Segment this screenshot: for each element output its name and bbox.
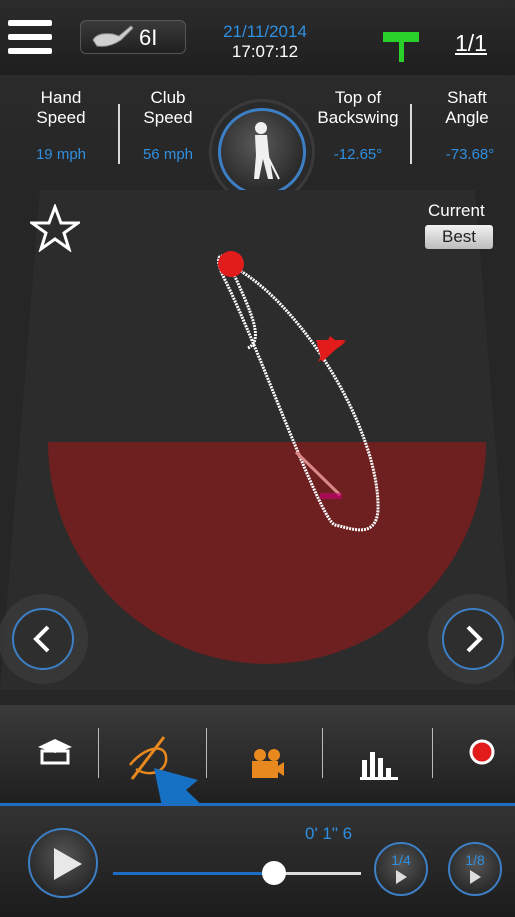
- top-of-backswing-label: Top of Backswing: [312, 88, 404, 128]
- club-speed-label-line1: Club: [150, 88, 186, 107]
- golf-club-icon: [92, 25, 134, 47]
- toolbar-divider: [322, 728, 323, 778]
- video-camera-icon[interactable]: [246, 748, 284, 780]
- play-small-icon: [395, 870, 407, 884]
- play-button[interactable]: [28, 828, 98, 898]
- home-icon[interactable]: [36, 737, 74, 765]
- current-label: Current: [428, 201, 485, 220]
- speed-quarter-button[interactable]: 1/4: [374, 842, 428, 896]
- menu-icon[interactable]: [8, 20, 52, 62]
- timeline-progress: [113, 872, 275, 875]
- star-icon[interactable]: [30, 204, 80, 252]
- session-date: 21/11/2014: [223, 22, 307, 41]
- hand-speed-label-line1: Hand: [40, 88, 82, 107]
- record-icon[interactable]: [468, 738, 496, 766]
- golfer-icon: [254, 122, 280, 180]
- top-of-backswing-label-line1: Top of: [334, 88, 382, 107]
- club-label: 6I: [139, 25, 158, 50]
- page-counter[interactable]: 1/1: [455, 30, 487, 57]
- club-speed-value: 56 mph: [142, 146, 194, 163]
- bar-chart-icon[interactable]: [360, 748, 400, 780]
- shaft-angle-value: -73.68°: [445, 146, 495, 163]
- club-selector-button[interactable]: 6I: [80, 20, 186, 54]
- club-speed-label: Club Speed: [128, 88, 208, 128]
- speed-eighth-button[interactable]: 1/8: [448, 842, 502, 896]
- shaft-angle-label-line1: Shaft: [447, 88, 487, 107]
- stats-divider: [118, 104, 120, 164]
- swing-scene: [0, 190, 515, 690]
- toolbar-divider: [98, 728, 99, 778]
- best-button[interactable]: Best: [425, 225, 493, 249]
- chevron-right-icon: [466, 625, 483, 653]
- play-icon: [54, 848, 82, 880]
- next-button[interactable]: [442, 608, 504, 670]
- chevron-left-icon: [33, 625, 50, 653]
- stats-divider: [410, 104, 412, 164]
- speed-quarter-label: 1/4: [391, 852, 411, 868]
- timecode: 0' 1" 6: [305, 824, 353, 843]
- previous-button[interactable]: [12, 608, 74, 670]
- club-speed-label-line2: Speed: [143, 108, 193, 127]
- speed-eighth-label: 1/8: [465, 852, 485, 868]
- top-of-backswing-value: -12.65°: [333, 146, 383, 163]
- hand-speed-label: Hand Speed: [22, 88, 100, 128]
- toolbar-divider: [206, 728, 207, 778]
- toolbar-divider: [432, 728, 433, 778]
- hand-speed-label-line2: Speed: [36, 108, 86, 127]
- timeline-thumb[interactable]: [262, 861, 287, 885]
- golfer-view-button[interactable]: [218, 108, 306, 196]
- club-head: [320, 493, 342, 499]
- top-marker: [218, 251, 244, 277]
- top-of-backswing-label-line2: Backswing: [317, 108, 399, 127]
- shaft-angle-label-line2: Angle: [445, 108, 489, 127]
- hand-speed-value: 19 mph: [35, 146, 87, 163]
- flag-icon[interactable]: [383, 28, 423, 64]
- session-time: 17:07:12: [231, 42, 299, 61]
- shaft-angle-label: Shaft Angle: [428, 88, 506, 128]
- play-small-icon: [469, 870, 481, 884]
- swing-3d-view[interactable]: [0, 190, 515, 705]
